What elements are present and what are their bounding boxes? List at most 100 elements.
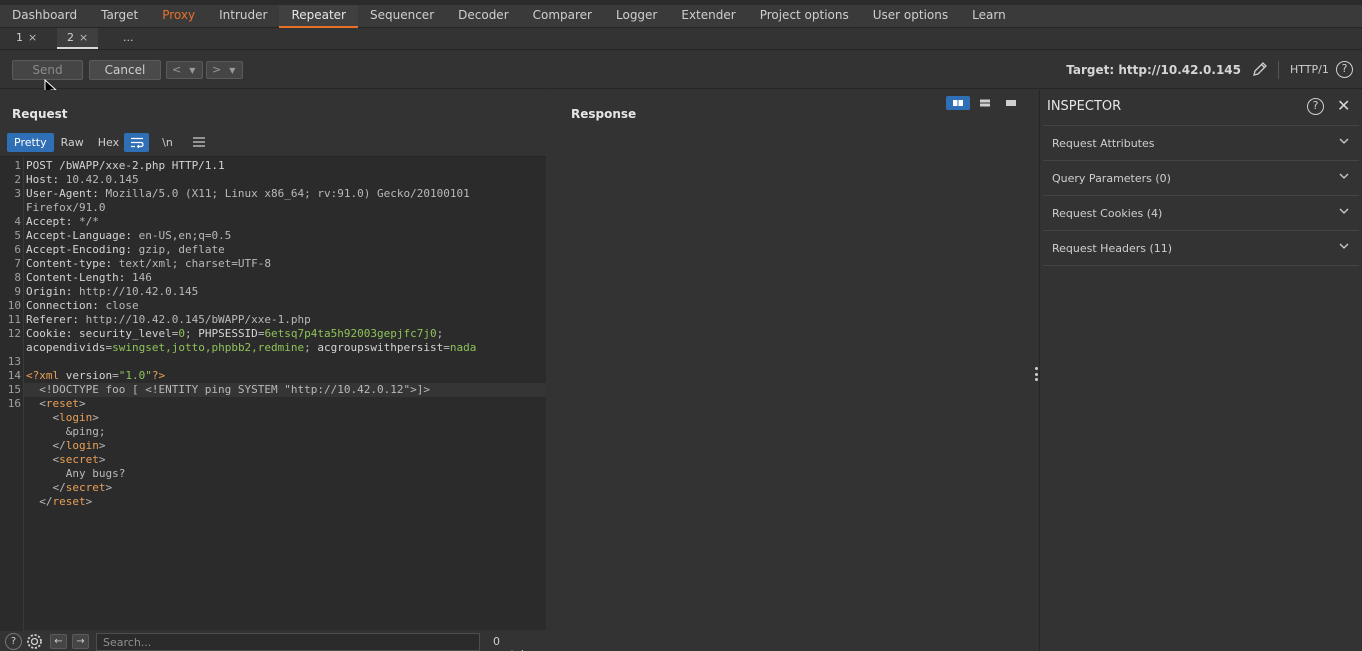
line-number: 15 xyxy=(7,383,21,396)
code-token: < xyxy=(26,411,60,424)
layout-side-by-side-button[interactable] xyxy=(946,96,970,110)
main-tab-target[interactable]: Target xyxy=(89,5,150,28)
rows-layout-icon xyxy=(980,99,990,107)
close-tab-icon[interactable]: × xyxy=(28,31,37,44)
code-line[interactable]: &ping; xyxy=(26,425,106,439)
code-line[interactable]: Content-type: text/xml; charset=UTF-8 xyxy=(26,257,271,271)
code-token: ; xyxy=(436,327,444,340)
code-line[interactable]: <?xml version="1.0"?> xyxy=(26,369,165,383)
search-matches-count: 0 matches xyxy=(493,635,540,651)
code-line[interactable]: Referer: http://10.42.0.145/bWAPP/xxe-1.… xyxy=(26,313,311,327)
tab-raw[interactable]: Raw xyxy=(54,133,91,152)
inspector-section-query-parameters[interactable]: Query Parameters (0) xyxy=(1043,161,1359,196)
main-tab-extender[interactable]: Extender xyxy=(669,5,747,28)
wrap-lines-icon xyxy=(130,137,144,149)
code-line[interactable]: User-Agent: Mozilla/5.0 (X11; Linux x86_… xyxy=(26,187,470,201)
code-line[interactable]: acopendivids = swingset,jotto,phpbb2,redmi… xyxy=(26,341,476,355)
wrap-lines-button[interactable] xyxy=(124,133,149,152)
code-token: POST /bWAPP/xxe-2.php HTTP/1.1 xyxy=(26,159,225,172)
code-token: ?> xyxy=(151,369,166,382)
main-tab-proxy[interactable]: Proxy xyxy=(150,5,207,28)
inspector-section-label: Query Parameters (0) xyxy=(1052,172,1171,185)
code-line[interactable]: POST /bWAPP/xxe-2.php HTTP/1.1 xyxy=(26,159,225,173)
search-input[interactable] xyxy=(96,633,480,651)
inspector-section-label: Request Cookies (4) xyxy=(1052,207,1163,220)
code-token: Cookie: xyxy=(26,327,79,340)
code-token: Mozilla/5.0 (X11; Linux x86_64; rv:91.0)… xyxy=(105,187,470,200)
code-token: </ xyxy=(26,481,66,494)
main-tab-decoder[interactable]: Decoder xyxy=(446,5,521,28)
code-line[interactable]: Content-Length: 146 xyxy=(26,271,152,285)
inspector-splitter-handle[interactable] xyxy=(1034,367,1038,381)
code-token: login xyxy=(59,411,93,424)
history-forward-button[interactable]: > ▼ xyxy=(206,61,243,79)
repeater-tab-1[interactable]: 1 × xyxy=(6,28,47,49)
code-token: reset xyxy=(45,397,79,410)
main-tab-intruder[interactable]: Intruder xyxy=(207,5,279,28)
tab-hex[interactable]: Hex xyxy=(91,133,126,152)
send-button[interactable]: Send xyxy=(12,60,83,80)
code-line[interactable]: <login> xyxy=(26,411,98,425)
layout-stacked-button[interactable] xyxy=(973,96,997,110)
main-tab-dashboard[interactable]: Dashboard xyxy=(0,5,89,28)
code-token: acopendivids xyxy=(26,341,106,354)
editor-menu-button[interactable] xyxy=(186,133,211,152)
layout-tabs-button[interactable] xyxy=(999,96,1023,110)
code-token: security_level xyxy=(78,327,172,340)
search-next-icon[interactable]: → xyxy=(72,634,89,649)
close-icon[interactable]: ✕ xyxy=(1337,96,1350,115)
code-line[interactable]: Origin: http://10.42.0.145 xyxy=(26,285,198,299)
inspector-section-request-headers[interactable]: Request Headers (11) xyxy=(1043,231,1359,266)
code-line[interactable]: Accept: */* xyxy=(26,215,99,229)
code-token: < xyxy=(26,453,60,466)
line-number: 8 xyxy=(14,271,21,284)
main-tab-user-options[interactable]: User options xyxy=(861,5,960,28)
code-line[interactable]: Host: 10.42.0.145 xyxy=(26,173,139,187)
repeater-tab-bar: 1 × 2 ×... xyxy=(0,28,1362,50)
code-line[interactable]: Connection: close xyxy=(26,299,139,313)
inspector-section-request-attributes[interactable]: Request Attributes xyxy=(1043,126,1359,161)
history-back-button[interactable]: < ▼ xyxy=(166,61,203,79)
main-tab-comparer[interactable]: Comparer xyxy=(521,5,604,28)
code-line[interactable]: Any bugs? xyxy=(26,467,126,481)
code-token: text/xml; charset=UTF-8 xyxy=(118,257,272,270)
code-line[interactable]: Firefox/91.0 xyxy=(26,201,105,215)
main-tab-logger[interactable]: Logger xyxy=(604,5,669,28)
tab-pretty[interactable]: Pretty xyxy=(7,133,54,152)
main-tab-project-options[interactable]: Project options xyxy=(748,5,861,28)
main-tab-repeater[interactable]: Repeater xyxy=(279,5,358,28)
settings-gear-icon[interactable] xyxy=(26,633,43,651)
code-line[interactable]: <reset> xyxy=(26,397,86,411)
columns-layout-icon xyxy=(953,100,963,106)
code-line[interactable]: Cookie: security_level=0; PHPSESSID=6ets… xyxy=(26,327,443,341)
request-title: Request xyxy=(12,107,68,121)
cancel-button[interactable]: Cancel xyxy=(89,60,161,80)
code-line[interactable]: </login> xyxy=(26,439,105,453)
code-line[interactable]: Accept-Language: en-US,en;q=0.5 xyxy=(26,229,231,243)
help-icon[interactable]: ? xyxy=(5,633,22,650)
code-token: Any bugs? xyxy=(26,467,126,480)
code-line[interactable]: </reset> xyxy=(26,495,92,509)
show-newlines-button[interactable]: \n xyxy=(155,133,180,152)
code-line[interactable]: <!DOCTYPE foo [ <!ENTITY ping SYSTEM "ht… xyxy=(26,383,430,397)
inspector-section-request-cookies[interactable]: Request Cookies (4) xyxy=(1043,196,1359,231)
code-token: ; xyxy=(304,341,318,354)
line-number: 4 xyxy=(14,215,21,228)
http-version-toggle[interactable]: HTTP/1 xyxy=(1290,63,1329,76)
main-tab-learn[interactable]: Learn xyxy=(960,5,1018,28)
repeater-tab-2[interactable]: 2 × xyxy=(57,28,99,49)
main-tab-sequencer[interactable]: Sequencer xyxy=(358,5,446,28)
line-number: 9 xyxy=(14,285,21,298)
line-number: 6 xyxy=(14,243,21,256)
code-line[interactable]: </secret> xyxy=(26,481,112,495)
repeater-tab-3[interactable]: ... xyxy=(113,28,144,49)
help-icon[interactable]: ? xyxy=(1336,61,1353,78)
search-previous-icon[interactable]: ← xyxy=(50,634,67,649)
code-line[interactable]: Accept-Encoding: gzip, deflate xyxy=(26,243,225,257)
edit-target-icon[interactable] xyxy=(1252,61,1268,77)
code-line[interactable]: <secret> xyxy=(26,453,105,467)
close-tab-icon[interactable]: × xyxy=(79,31,88,44)
code-token: > xyxy=(79,397,86,410)
request-editor[interactable]: 1 2 3 4 5 6 7 8 9 10 11 12 13 14 15 16 POST /bWAPP/xxe-… xyxy=(0,156,546,631)
help-icon[interactable]: ? xyxy=(1307,98,1324,115)
